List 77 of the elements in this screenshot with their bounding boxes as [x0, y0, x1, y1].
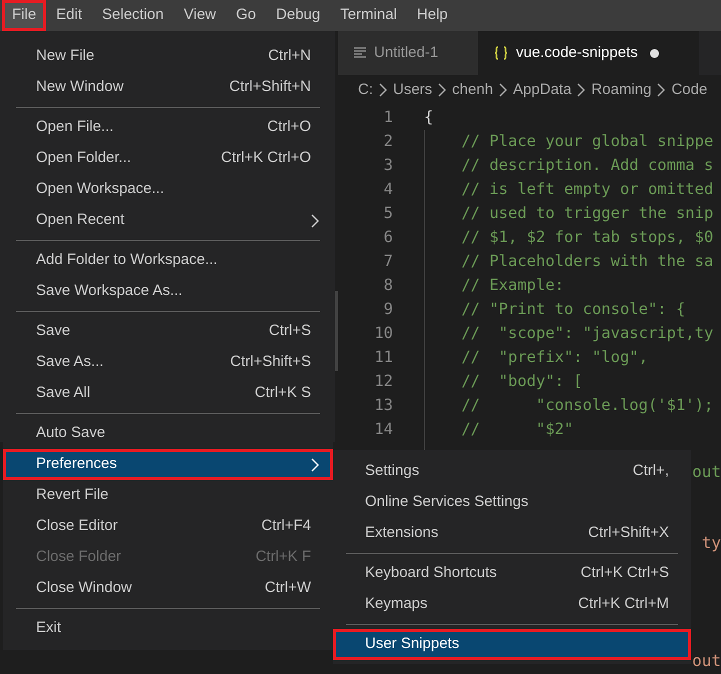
menu-item[interactable]: Close Window Ctrl+W — [3, 573, 333, 604]
code-line: // is left empty or omitted — [460, 179, 714, 200]
menu-bar-item[interactable]: Terminal — [330, 0, 407, 31]
code-line: // "scope": "javascript,ty — [460, 323, 714, 344]
code-line: // description. Add comma s — [460, 155, 714, 176]
breadcrumb-item[interactable]: AppData — [513, 78, 572, 102]
chevron-right-icon — [499, 83, 508, 97]
code-fragment: out — [692, 650, 721, 672]
menu-item[interactable]: Online Services Settings — [333, 487, 691, 518]
line-number: 7 — [382, 251, 393, 272]
menu-item[interactable]: Save Workspace As... — [3, 276, 333, 307]
menu-item[interactable]: User Snippets — [333, 629, 691, 660]
code-line: // "prefix": "log", — [460, 347, 648, 368]
code-line: // "console.log('$1'); — [460, 395, 714, 416]
menu-bar-item[interactable]: Help — [406, 0, 458, 31]
line-number: 1 — [382, 107, 393, 128]
menu-item[interactable]: Save As... Ctrl+Shift+S — [3, 347, 333, 378]
menu-item[interactable]: Save Ctrl+S — [3, 316, 333, 347]
breadcrumb-item[interactable]: Users — [393, 78, 432, 102]
menu-item[interactable]: Extensions Ctrl+Shift+X — [333, 518, 691, 549]
menu-bar-item[interactable]: File — [2, 0, 46, 31]
menu-bar-item[interactable]: Go — [226, 0, 266, 31]
breadcrumb-item[interactable]: C: — [358, 78, 373, 102]
code-line: // used to trigger the snip — [460, 203, 714, 224]
line-number: 13 — [373, 395, 393, 416]
chevron-right-icon — [438, 83, 446, 97]
code-line: // "body": [ — [460, 371, 583, 392]
code-line: // $1, $2 for tab stops, $0 — [460, 227, 714, 248]
code-line: // Placeholders with the sa — [460, 251, 714, 272]
code-line: // "$2" — [460, 419, 574, 440]
chevron-right-icon — [379, 83, 387, 97]
menu-bar-item[interactable]: Selection — [92, 0, 174, 31]
braces-icon — [494, 46, 508, 60]
menu-item[interactable]: Preferences — [3, 449, 333, 480]
line-number: 10 — [373, 323, 393, 344]
menu-item[interactable]: New Window Ctrl+Shift+N — [3, 72, 333, 103]
breadcrumb-item[interactable]: Roaming — [591, 78, 652, 102]
code-fragment: out — [692, 461, 721, 483]
chevron-right-icon — [657, 83, 666, 97]
line-number: 11 — [373, 347, 393, 368]
menu-item[interactable]: New File Ctrl+N — [3, 41, 333, 72]
line-number: 8 — [382, 275, 393, 296]
menu-item[interactable]: Revert File — [3, 480, 333, 511]
chevron-right-icon — [577, 83, 586, 97]
menu-bar-item[interactable]: Debug — [266, 0, 330, 31]
line-number: 5 — [382, 203, 393, 224]
line-number: 12 — [373, 371, 393, 392]
line-number: 9 — [382, 299, 393, 320]
menu-item[interactable]: Add Folder to Workspace... — [3, 245, 333, 276]
code-line: { — [424, 107, 434, 128]
lines-icon — [354, 47, 366, 59]
menu-item[interactable]: Keymaps Ctrl+K Ctrl+M — [333, 589, 691, 620]
code-line: // "Print to console": { — [460, 299, 686, 320]
menu-item[interactable]: Close Editor Ctrl+F4 — [3, 511, 333, 542]
menu-item[interactable]: Exit — [3, 613, 333, 644]
menu-item[interactable]: Open Folder... Ctrl+K Ctrl+O — [3, 143, 333, 174]
menu-bar-item[interactable]: View — [174, 0, 226, 31]
line-number: 14 — [373, 419, 393, 440]
code-line: // Place your global snippe — [460, 131, 714, 152]
breadcrumb-item[interactable]: chenh — [452, 78, 494, 102]
editor-tab[interactable]: Untitled-1 — [338, 31, 478, 75]
menu-item[interactable]: Auto Save — [3, 418, 333, 449]
editor-tab[interactable]: vue.code-snippets — [478, 31, 699, 75]
line-number: 2 — [382, 131, 393, 152]
line-number: 6 — [382, 227, 393, 248]
menu-item[interactable]: Open File... Ctrl+O — [3, 112, 333, 143]
menu-item[interactable]: Open Recent — [3, 205, 333, 236]
line-number: 4 — [382, 179, 393, 200]
breadcrumb-item[interactable]: Code — [671, 78, 708, 102]
line-number: 3 — [382, 155, 393, 176]
code-fragment: ty — [702, 532, 721, 554]
menu-bar-item[interactable]: Edit — [46, 0, 92, 31]
menu-item[interactable]: Settings Ctrl+, — [333, 456, 691, 487]
code-line: // Example: — [460, 275, 564, 296]
menu-item[interactable]: Open Workspace... — [3, 174, 333, 205]
menu-item[interactable]: Save All Ctrl+K S — [3, 378, 333, 409]
menu-item[interactable]: Keyboard Shortcuts Ctrl+K Ctrl+S — [333, 558, 691, 589]
